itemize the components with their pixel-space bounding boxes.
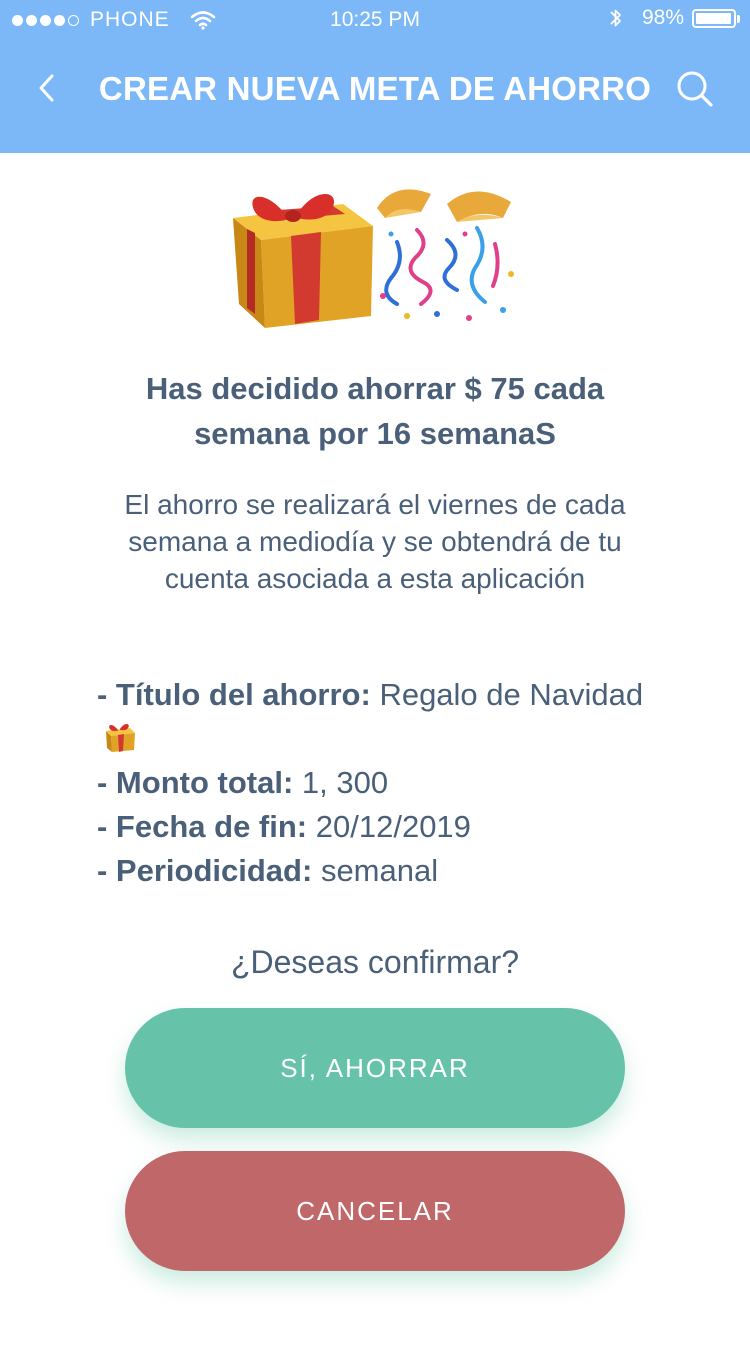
nav-bar: CREAR NUEVA META DE AHORRO bbox=[0, 48, 750, 132]
status-bar: PHONE 10:25 PM 98% bbox=[0, 0, 750, 40]
detail-amount-label: - Monto total: bbox=[97, 765, 294, 800]
confirm-save-button[interactable]: SÍ, AHORRAR bbox=[125, 1008, 625, 1128]
detail-end-date-row: - Fecha de fin: 20/12/2019 bbox=[97, 805, 657, 849]
battery-fill bbox=[696, 12, 732, 24]
detail-periodicity-row: - Periodicidad: semanal bbox=[97, 849, 657, 893]
savings-details: - Título del ahorro: Regalo de Navidad -… bbox=[97, 673, 657, 893]
gift-icon bbox=[106, 723, 135, 752]
battery-percent: 98% bbox=[641, 6, 684, 29]
confirm-question: ¿Deseas confirmar? bbox=[230, 944, 520, 980]
detail-title-value: Regalo de Navidad bbox=[379, 677, 644, 712]
gift-icon bbox=[233, 193, 373, 328]
party-popper-confetti-icon bbox=[377, 189, 514, 321]
savings-description: El ahorro se realizará el viernes de cad… bbox=[124, 489, 626, 594]
detail-periodicity-label: - Periodicidad: bbox=[97, 853, 313, 888]
bluetooth-icon bbox=[610, 9, 621, 27]
headline-line-2: semana por 16 semanaS bbox=[194, 416, 556, 451]
headline-line-1: Has decidido ahorrar $ 75 cada bbox=[145, 371, 605, 406]
savings-summary-headline: Has decidido ahorrar $ 75 cada semana po… bbox=[80, 366, 670, 456]
app-header: PHONE 10:25 PM 98% CREAR NUEVA META DE A… bbox=[0, 0, 750, 153]
search-icon[interactable] bbox=[674, 68, 716, 110]
detail-amount-row: - Monto total: 1, 300 bbox=[97, 761, 657, 805]
detail-end-date-label: - Fecha de fin: bbox=[97, 809, 308, 844]
detail-title-label: - Título del ahorro: bbox=[97, 677, 371, 712]
celebration-illustration bbox=[233, 189, 514, 328]
page-title: CREAR NUEVA META DE AHORRO bbox=[98, 70, 652, 107]
detail-end-date-value: 20/12/2019 bbox=[315, 809, 471, 844]
detail-title-row: - Título del ahorro: Regalo de Navidad bbox=[97, 673, 657, 761]
detail-periodicity-value: semanal bbox=[320, 853, 439, 888]
detail-amount-value: 1, 300 bbox=[301, 765, 389, 800]
battery-icon bbox=[692, 8, 740, 28]
cancel-button[interactable]: CANCELAR bbox=[125, 1151, 625, 1271]
